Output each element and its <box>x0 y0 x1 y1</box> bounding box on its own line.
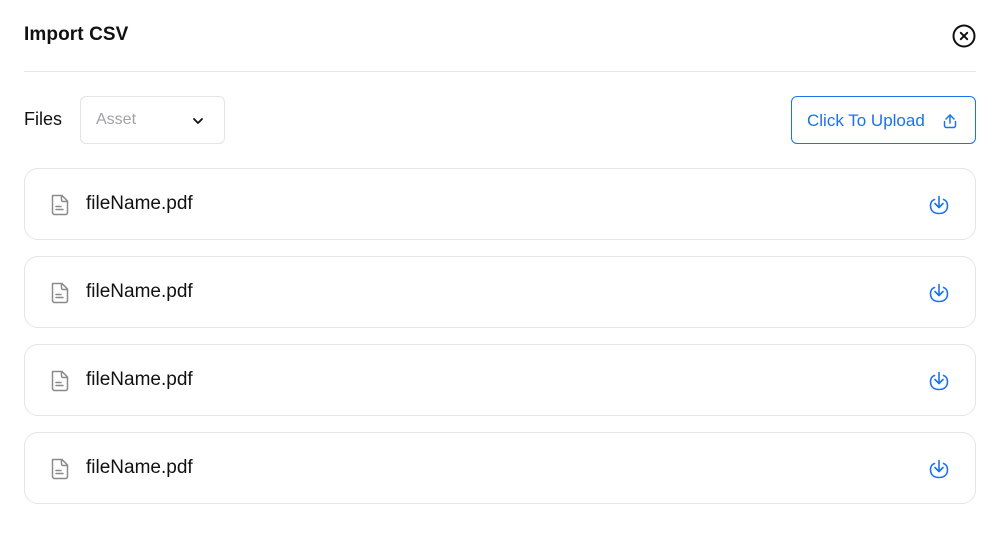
upload-button[interactable]: Click To Upload <box>791 96 976 144</box>
download-icon[interactable] <box>927 193 951 217</box>
file-list-item: fileName.pdf <box>24 432 976 504</box>
file-name: fileName.pdf <box>86 281 193 302</box>
file-name: fileName.pdf <box>86 369 193 390</box>
document-icon <box>49 369 71 398</box>
download-icon[interactable] <box>927 281 951 305</box>
file-list-item: fileName.pdf <box>24 168 976 240</box>
document-icon <box>49 193 71 222</box>
modal-header: Import CSV <box>24 0 976 72</box>
file-list: fileName.pdf fileName.pdf fileName.pdf f… <box>24 168 976 520</box>
chevron-down-icon <box>191 114 205 133</box>
asset-select-placeholder: Asset <box>96 111 137 128</box>
asset-select[interactable]: Asset <box>80 96 225 144</box>
close-icon[interactable] <box>952 24 976 48</box>
file-list-item: fileName.pdf <box>24 344 976 416</box>
download-icon[interactable] <box>927 369 951 393</box>
document-icon <box>49 281 71 310</box>
import-csv-modal: Import CSV Files Asset Click To Upload f… <box>0 0 1000 536</box>
upload-button-label: Click To Upload <box>807 111 925 130</box>
files-toolbar: Files Asset Click To Upload <box>24 96 976 144</box>
modal-title: Import CSV <box>24 24 129 45</box>
files-label: Files <box>24 109 63 129</box>
file-name: fileName.pdf <box>86 193 193 214</box>
file-list-item: fileName.pdf <box>24 256 976 328</box>
upload-icon <box>941 112 959 135</box>
download-icon[interactable] <box>927 457 951 481</box>
document-icon <box>49 457 71 486</box>
file-name: fileName.pdf <box>86 457 193 478</box>
